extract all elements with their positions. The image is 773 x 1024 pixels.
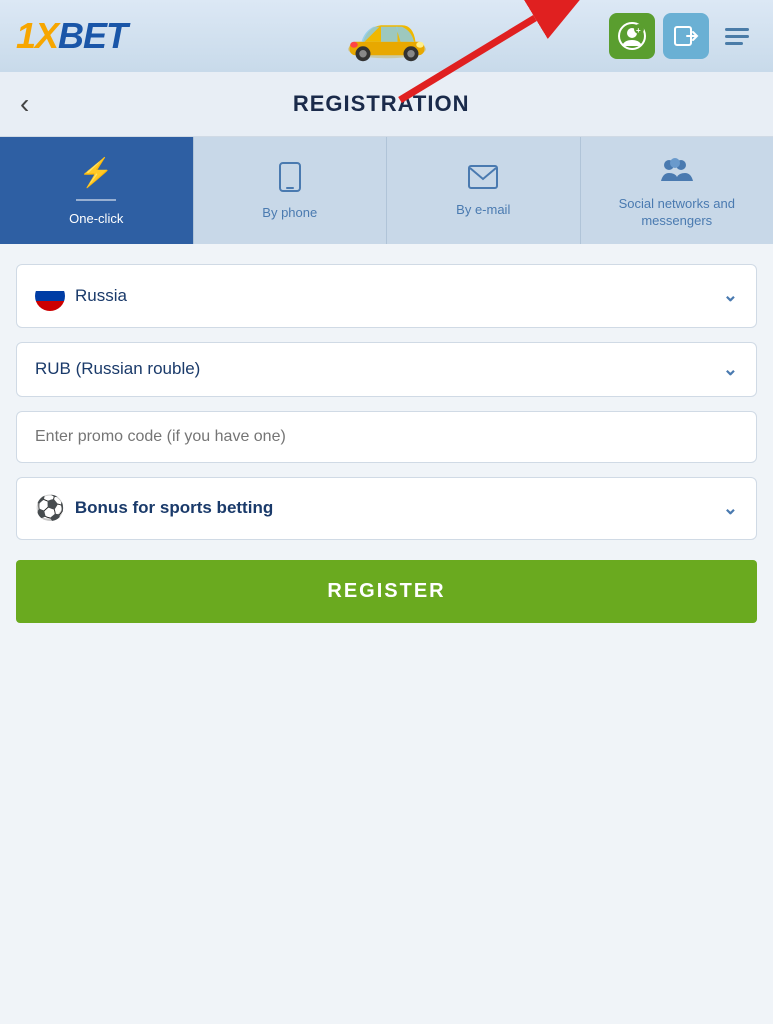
social-icon bbox=[659, 155, 695, 188]
logo: 1XBET bbox=[16, 15, 127, 57]
tab-by-email[interactable]: By e-mail bbox=[387, 137, 581, 244]
currency-label: RUB (Russian rouble) bbox=[35, 359, 200, 379]
tab-by-phone[interactable]: By phone bbox=[194, 137, 388, 244]
bonus-chevron-icon: ⌄ bbox=[723, 498, 738, 519]
back-button[interactable]: ‹ bbox=[20, 90, 29, 118]
register-button[interactable]: REGISTER bbox=[16, 560, 757, 623]
phone-icon bbox=[277, 162, 303, 197]
bonus-left: ⚽ Bonus for sports betting bbox=[35, 494, 273, 523]
register-icon-button[interactable]: + bbox=[609, 13, 655, 59]
soccer-ball-icon: ⚽ bbox=[35, 494, 65, 523]
page-wrapper: 1XBET bbox=[0, 0, 773, 643]
tab-one-click-label: One-click bbox=[69, 211, 123, 228]
bonus-select[interactable]: ⚽ Bonus for sports betting ⌄ bbox=[16, 477, 757, 540]
russia-flag-icon bbox=[35, 281, 65, 311]
country-label: Russia bbox=[75, 286, 127, 306]
country-chevron-icon: ⌄ bbox=[723, 285, 738, 306]
header-right: + bbox=[609, 13, 757, 59]
tab-by-phone-label: By phone bbox=[262, 205, 317, 222]
logo-text: 1XBET bbox=[16, 15, 127, 57]
tab-one-click[interactable]: ⚡ One-click bbox=[0, 137, 194, 244]
email-icon bbox=[468, 165, 498, 194]
tab-by-email-label: By e-mail bbox=[456, 202, 510, 219]
page-title-bar: ‹ REGISTRATION bbox=[0, 72, 773, 137]
hamburger-menu-icon[interactable] bbox=[717, 20, 757, 53]
currency-chevron-icon: ⌄ bbox=[723, 359, 738, 380]
svg-text:+: + bbox=[636, 26, 641, 35]
currency-select-left: RUB (Russian rouble) bbox=[35, 359, 200, 379]
currency-select[interactable]: RUB (Russian rouble) ⌄ bbox=[16, 342, 757, 397]
login-button[interactable] bbox=[663, 13, 709, 59]
form-area: Russia ⌄ RUB (Russian rouble) ⌄ ⚽ Bonus … bbox=[0, 244, 773, 643]
registration-tabs: ⚡ One-click By phone By e-mail bbox=[0, 137, 773, 244]
page-title: REGISTRATION bbox=[39, 91, 723, 117]
car-image bbox=[342, 9, 432, 64]
lightning-icon: ⚡ bbox=[79, 156, 114, 189]
tab-social-label: Social networks and messengers bbox=[589, 196, 766, 230]
promo-code-field[interactable] bbox=[16, 411, 757, 463]
promo-code-input[interactable] bbox=[35, 428, 738, 446]
country-select-left: Russia bbox=[35, 281, 127, 311]
bonus-label: Bonus for sports betting bbox=[75, 498, 273, 518]
header: 1XBET bbox=[0, 0, 773, 72]
tab-social[interactable]: Social networks and messengers bbox=[581, 137, 773, 244]
country-select[interactable]: Russia ⌄ bbox=[16, 264, 757, 328]
